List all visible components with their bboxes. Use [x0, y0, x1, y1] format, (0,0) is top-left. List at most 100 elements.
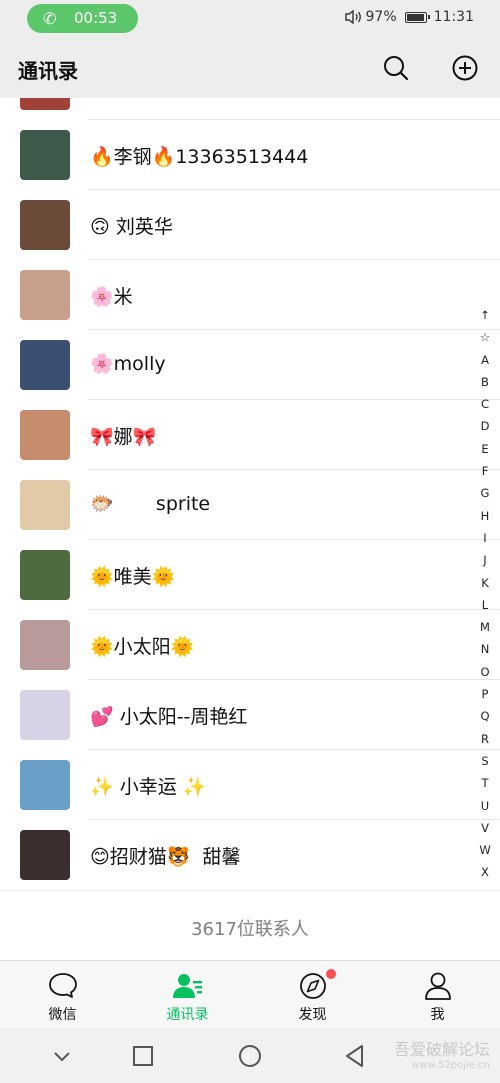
avatar [20, 130, 70, 180]
app-header: 通讯录 [0, 38, 500, 98]
index-letter[interactable]: E [481, 438, 488, 460]
contact-row[interactable]: 🌸米 [0, 260, 500, 330]
search-button[interactable] [380, 52, 412, 84]
add-button[interactable] [449, 52, 481, 84]
contact-name: 🌸molly [90, 353, 166, 375]
avatar [20, 98, 70, 110]
avatar [20, 830, 70, 880]
tab-contacts[interactable]: 通讯录 [125, 961, 250, 1029]
tab-label: 我 [430, 1007, 445, 1023]
index-letter[interactable]: I [483, 527, 486, 549]
index-letter[interactable]: ☆ [480, 326, 490, 348]
contact-row[interactable]: 🔥李钢🔥13363513444 [0, 120, 500, 190]
phone-icon: ✆ [43, 9, 57, 28]
avatar [20, 200, 70, 250]
index-letter[interactable]: Q [480, 705, 489, 727]
contact-row[interactable]: ✨ 小幸运 ✨ [0, 750, 500, 820]
notification-dot [326, 969, 336, 979]
tab-me[interactable]: 我 [375, 961, 500, 1029]
contact-name: 🎀娜🎀 [90, 426, 157, 448]
clock: 11:31 [433, 9, 474, 25]
index-letter[interactable]: U [481, 795, 489, 817]
index-letter[interactable]: R [481, 728, 489, 750]
contact-name: 🌸米 [90, 286, 133, 308]
index-letter[interactable]: B [481, 371, 489, 393]
index-letter[interactable]: P [482, 683, 489, 705]
watermark: 吾爱破解论坛 www.52pojie.cn [394, 1042, 490, 1074]
watermark-title: 吾爱破解论坛 [393, 1040, 490, 1059]
index-letter[interactable]: H [481, 505, 490, 527]
index-letter[interactable]: K [481, 572, 489, 594]
ongoing-call-pill[interactable]: ✆ 00:53 [27, 4, 138, 33]
contact-row[interactable]: 🐡 sprite [0, 470, 500, 540]
index-letter[interactable]: J [483, 549, 486, 571]
battery-percent: 97% [365, 9, 397, 25]
home-circle-icon[interactable] [236, 1042, 264, 1070]
index-letter[interactable]: G [481, 482, 490, 504]
index-letter[interactable]: W [479, 839, 490, 861]
tab-discover[interactable]: 发现 [250, 961, 375, 1029]
chat-icon [49, 973, 77, 998]
contact-row[interactable]: 🎀娜🎀 [0, 400, 500, 470]
index-letter[interactable]: M [480, 616, 490, 638]
back-triangle-icon[interactable] [341, 1042, 369, 1070]
call-duration: 00:53 [74, 9, 118, 27]
index-letter[interactable]: N [481, 638, 490, 660]
avatar [20, 410, 70, 460]
avatar [20, 480, 70, 530]
tab-label: 微信 [48, 1007, 77, 1023]
index-letter[interactable]: F [482, 460, 489, 482]
contact-row[interactable]: 🌸molly [0, 330, 500, 400]
tab-label: 通讯录 [166, 1007, 209, 1023]
contact-name: 🙃 刘英华 [90, 216, 173, 238]
page-title: 通讯录 [18, 59, 78, 83]
contact-count-footer: 3617位联系人 [0, 890, 500, 960]
index-letter[interactable]: C [481, 393, 489, 415]
index-letter[interactable]: O [480, 661, 489, 683]
contact-name: 🌞唯美🌞 [90, 566, 176, 588]
index-letter[interactable]: V [481, 817, 489, 839]
status-bar: ✆ 00:53 97% 11:31 [0, 0, 500, 38]
avatar [20, 760, 70, 810]
search-icon [384, 56, 409, 81]
system-nav-bar: 吾爱破解论坛 www.52pojie.cn [0, 1028, 500, 1083]
contact-name: 💕 小太阳--周艳红 [90, 706, 248, 728]
index-letter[interactable]: A [481, 349, 489, 371]
index-letter[interactable]: ↑ [480, 304, 490, 326]
avatar [20, 620, 70, 670]
index-letter[interactable]: D [481, 415, 490, 437]
compass-icon [300, 973, 326, 999]
recent-apps-square-icon[interactable] [129, 1042, 157, 1070]
contact-name: 🔥李钢🔥13363513444 [90, 146, 309, 168]
avatar [20, 690, 70, 740]
contact-name: 🐡 sprite [90, 493, 211, 515]
watermark-url: www.52pojie.cn [411, 1060, 490, 1071]
contact-row[interactable]: 🌞小太阳🌞 [0, 610, 500, 680]
index-letter[interactable]: L [482, 594, 488, 616]
collapse-chevron-icon[interactable] [48, 1042, 76, 1070]
plus-circle-icon [452, 55, 478, 81]
index-letter[interactable]: T [481, 772, 488, 794]
contact-row-partial[interactable] [0, 98, 500, 120]
person-icon [425, 972, 451, 1000]
battery-icon [404, 11, 430, 23]
index-letter[interactable]: S [481, 750, 488, 772]
index-letter[interactable]: X [481, 861, 489, 883]
tab-label: 发现 [298, 1007, 327, 1023]
status-indicators: 97% 11:31 [344, 9, 474, 25]
contact-row[interactable]: 🌞唯美🌞 [0, 540, 500, 610]
bottom-tab-bar: 微信 通讯录 发现 我 [0, 960, 500, 1028]
vibrate-icon [344, 10, 361, 24]
contact-list[interactable]: 🔥李钢🔥13363513444 🙃 刘英华 🌸米 🌸molly 🎀娜🎀 🐡 sp… [0, 98, 500, 890]
contact-row[interactable]: 💕 小太阳--周艳红 [0, 680, 500, 750]
contact-name: 🌞小太阳🌞 [90, 636, 195, 658]
avatar [20, 270, 70, 320]
contact-row[interactable]: 🙃 刘英华 [0, 190, 500, 260]
contact-row[interactable]: 😊招财猫🐯 甜馨 [0, 820, 500, 890]
alphabet-index[interactable]: ↑☆ABCDEFGHIJKLMNOPQRSTUVWXYZ# [478, 304, 492, 890]
avatar [20, 550, 70, 600]
contact-count: 3617位联系人 [191, 919, 309, 940]
contact-name: ✨ 小幸运 ✨ [90, 776, 207, 798]
tab-chats[interactable]: 微信 [0, 961, 125, 1029]
contacts-icon [173, 974, 202, 998]
